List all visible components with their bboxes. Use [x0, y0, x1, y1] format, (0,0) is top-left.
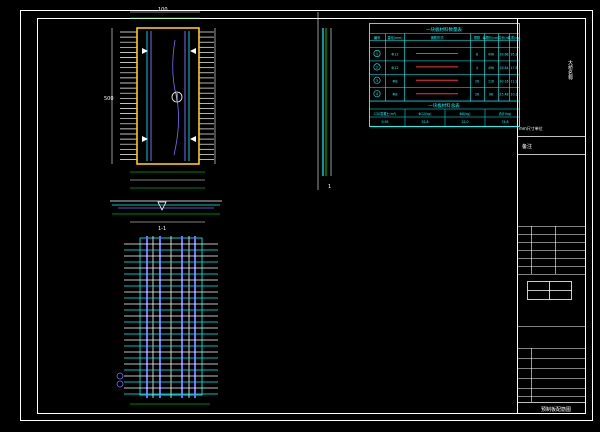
row-id: 3	[376, 79, 378, 83]
summary-value-cell: 52.8	[421, 120, 428, 124]
row-diameter: Φ8	[393, 79, 398, 83]
row-value: 11.9	[510, 79, 517, 83]
row-value: 25.48	[499, 93, 508, 97]
sheet-inner-border	[37, 18, 586, 414]
summary-header-cell: 合计(kg)	[499, 111, 512, 116]
row-value: 98	[489, 93, 493, 97]
row-value: 4	[476, 66, 478, 70]
row-value: 26	[475, 93, 479, 97]
plan-right-ticks	[199, 31, 214, 160]
summary-table-title: 一块板材料总表	[428, 102, 460, 109]
cross-section-view: 1-1	[110, 200, 222, 232]
elevation-marker: 1	[328, 184, 331, 190]
row-value: 496	[488, 66, 494, 70]
drawing-title: 预制板配筋图	[541, 406, 571, 413]
table-header-cell: 每根长(cm)	[483, 35, 500, 40]
side-title: 大桥名称	[567, 59, 573, 81]
row-value: 19.84	[499, 66, 508, 70]
row-id: 1	[376, 52, 378, 56]
row-id: 2	[376, 65, 378, 69]
row-diameter: Φ12	[391, 66, 398, 70]
summary-header-cell: Φ8(kg)	[460, 112, 471, 116]
cad-drawing-canvas: 100 500 1-1 1 一块板材料数量表 编号 直径(mm) 钢筋形式 根数…	[20, 7, 593, 421]
plan-length-label: 500	[104, 96, 114, 102]
unit-note: mm尺寸单位	[519, 125, 543, 131]
sheet-outer-border	[20, 10, 593, 421]
plan-slab-outline	[136, 27, 200, 165]
table-header-cell: 编号	[374, 35, 380, 40]
table-header-cell: 钢筋形式	[431, 35, 445, 40]
row-diameter: Φ8	[393, 93, 398, 97]
table-header-cell: 直径(mm)	[387, 35, 402, 40]
row-value: 30.16	[499, 79, 508, 83]
summary-header-cell: C30混凝土(m³)	[374, 111, 397, 116]
row-value: 17.6	[510, 66, 517, 70]
row-value: 496	[488, 53, 494, 57]
summary-value-cell: 74.8	[501, 120, 508, 124]
rebar-table-title: 一块板材料数量表	[426, 26, 462, 33]
row-value: 26	[475, 79, 479, 83]
title-block-header: 备注	[522, 143, 532, 150]
row-diameter: Φ12	[391, 53, 398, 57]
summary-table-cells: C30混凝土(m³) Φ12(kg) Φ8(kg) 合计(kg) 0.95 52.8 22.…	[374, 109, 512, 127]
plan-width-label: 100	[158, 7, 168, 13]
rebar-table: 一块板材料数量表 编号 直径(mm) 钢筋形式 根数 每根长(cm)共长(m)共重(kg…	[369, 23, 520, 127]
plan-view: 100 500	[104, 7, 216, 189]
row-value: 35.2	[510, 53, 517, 57]
row-value: 10.1	[510, 93, 517, 97]
section-label: 1-1	[158, 226, 166, 232]
row-value: 8	[476, 53, 478, 57]
row-id: 4	[376, 92, 379, 96]
summary-value-cell: 22.0	[461, 120, 468, 124]
table-header-cell: 根数	[474, 35, 481, 40]
summary-value-cell: 0.95	[381, 120, 388, 124]
summary-header-cell: Φ12(kg)	[419, 112, 432, 116]
title-block: 备注 大桥名称 预制板配筋图	[517, 18, 586, 414]
row-value: 39.68	[499, 53, 508, 57]
rebar-table-rows: 1 Φ12 8 496 39.68 35.2 2 Φ12 4 496 19.84 17.6 3 Φ8 26 1…	[369, 49, 520, 102]
row-value: 116	[488, 79, 494, 83]
elevation-view: 1	[317, 12, 332, 190]
plan-left-ticks	[120, 31, 137, 160]
rebar-layout-view	[116, 236, 218, 405]
title-block-rows	[517, 226, 586, 402]
